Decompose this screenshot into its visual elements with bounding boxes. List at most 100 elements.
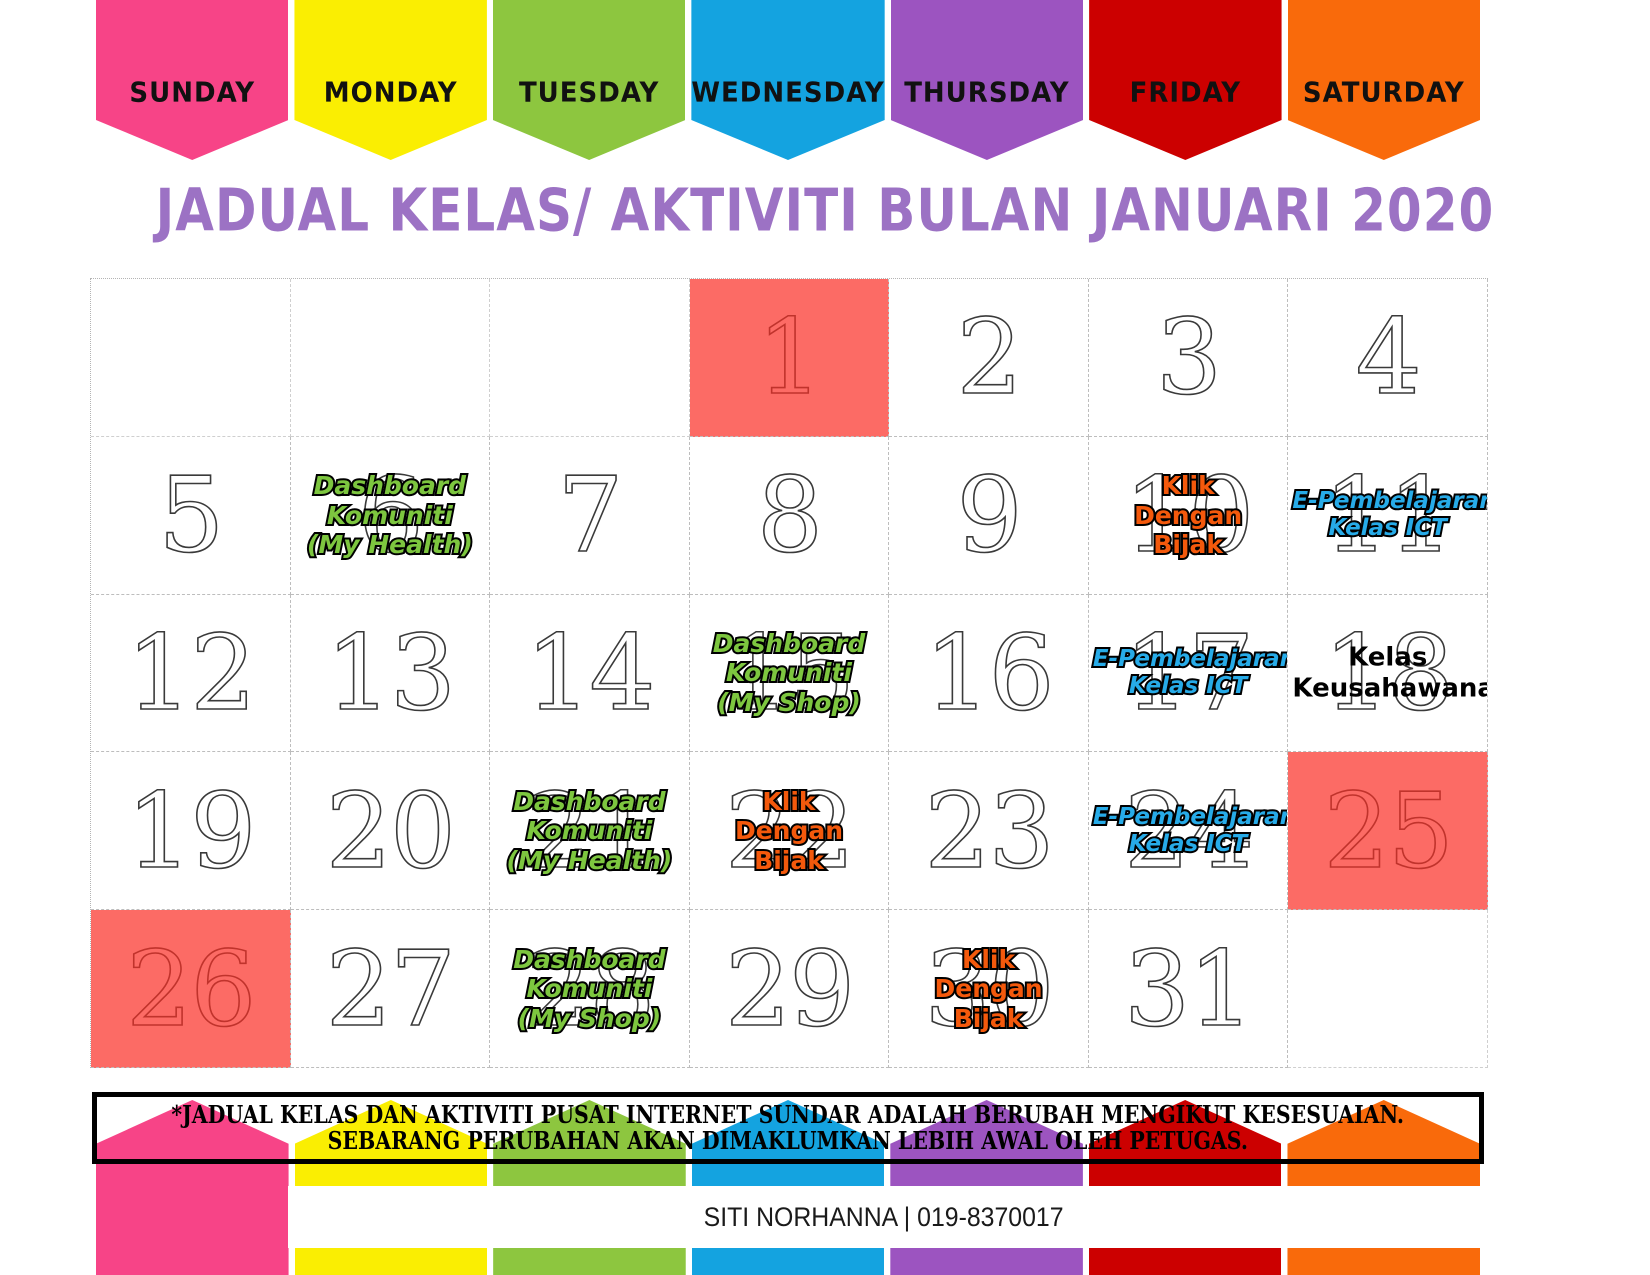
calendar-cell-day-20[interactable]: 20 <box>290 752 491 911</box>
calendar-cell-day-12[interactable]: 12 <box>91 594 291 753</box>
activity-label: Dashboard Komuniti (My Health) <box>291 469 490 561</box>
calendar-cell-day-11[interactable]: 11 E-Pembelajaran Kelas ICT <box>1288 436 1488 595</box>
activity-line: Dashboard <box>511 942 667 975</box>
calendar-cell-day-28[interactable]: 28 Dashboard Komuniti (My Shop) <box>490 910 690 1068</box>
day-header-wednesday: WEDNESDAY <box>691 0 885 160</box>
calendar-cell-day-23[interactable]: 23 <box>889 752 1089 911</box>
activity-label: Dashboard Komuniti (My Health) <box>490 785 689 877</box>
calendar-cell-empty[interactable] <box>290 279 491 437</box>
day-header-saturday: SATURDAY <box>1287 0 1481 160</box>
day-number: 29 <box>724 927 856 1050</box>
day-header-thursday: THURSDAY <box>890 0 1084 160</box>
calendar-cell-day-8[interactable]: 8 <box>689 436 890 595</box>
contact-strip: SITI NORHANNA | 019-8370017 <box>288 1186 1480 1248</box>
activity-line: Kelas ICT <box>1127 829 1249 859</box>
day-header-label: SUNDAY <box>129 77 256 109</box>
day-header-row: SUNDAY MONDAY TUESDAY WEDNESDAY THURSDAY FRID… <box>96 0 1481 172</box>
calendar-cell-day-31[interactable]: 31 <box>1088 910 1289 1068</box>
activity-label: Klik Dengan Bijak <box>690 785 889 877</box>
activity-line: Bijak <box>952 1001 1026 1034</box>
activity-line: Komuniti <box>524 972 654 1005</box>
footer-note-box: *JADUAL KELAS DAN AKTIVITI PUSAT INTERNE… <box>92 1092 1484 1164</box>
activity-line: Dengan <box>733 814 845 847</box>
activity-line: Kelas <box>1348 642 1428 673</box>
footer-note-line-1: *JADUAL KELAS DAN AKTIVITI PUSAT INTERNE… <box>171 1100 1405 1130</box>
day-header-tuesday: TUESDAY <box>492 0 686 160</box>
day-number: 4 <box>1355 296 1423 419</box>
calendar-cell-day-7[interactable]: 7 <box>490 436 690 595</box>
calendar-cell-day-25[interactable]: 25 <box>1288 752 1488 911</box>
calendar-cell-day-16[interactable]: 16 <box>889 594 1089 753</box>
activity-line: E-Pembelajaran <box>1091 802 1289 832</box>
calendar-cell-day-2[interactable]: 2 <box>889 279 1089 437</box>
activity-line: Komuniti <box>325 498 455 531</box>
activity-line: Keusahawanan <box>1292 672 1487 703</box>
day-number: 7 <box>557 454 625 577</box>
day-header-sunday: SUNDAY <box>96 0 289 160</box>
calendar-cell-empty[interactable] <box>490 279 690 437</box>
footer-note-line-2: SEBARANG PERUBAHAN AKAN DIMAKLUMKAN LEBI… <box>327 1126 1249 1156</box>
activity-line: Klik <box>760 785 817 818</box>
day-header-label: FRIDAY <box>1129 77 1242 109</box>
calendar-cell-day-24[interactable]: 24 E-Pembelajaran Kelas ICT <box>1088 752 1289 911</box>
activity-label: KelasKeusahawanan <box>1288 642 1487 703</box>
activity-line: Dengan <box>1132 498 1244 531</box>
day-header-label: SATURDAY <box>1302 77 1465 109</box>
day-number: 26 <box>125 927 257 1050</box>
day-number: 16 <box>924 611 1056 734</box>
calendar-cell-day-9[interactable]: 9 <box>889 436 1089 595</box>
calendar-cell-day-27[interactable]: 27 <box>290 910 491 1068</box>
activity-line: (My Health) <box>305 528 475 561</box>
activity-line: Klik <box>1160 469 1217 502</box>
day-number: 25 <box>1323 769 1455 892</box>
activity-label: Dashboard Komuniti (My Shop) <box>490 942 689 1034</box>
activity-label: E-Pembelajaran Kelas ICT <box>1288 486 1488 543</box>
day-header-label: WEDNESDAY <box>691 77 885 109</box>
activity-line: (My Shop) <box>715 686 863 719</box>
calendar-cell-empty[interactable] <box>1288 910 1488 1068</box>
calendar-cell-empty[interactable] <box>91 279 291 437</box>
calendar-cell-day-18[interactable]: 18KelasKeusahawanan <box>1288 594 1488 753</box>
activity-line: E-Pembelajaran <box>1290 486 1488 516</box>
page-title: JADUAL KELAS/ AKTIVITI BULAN JANUARI 202… <box>155 176 1495 245</box>
calendar-cell-day-15[interactable]: 15 Dashboard Komuniti (My Shop) <box>689 594 890 753</box>
calendar-cell-day-17[interactable]: 17 E-Pembelajaran Kelas ICT <box>1088 594 1289 753</box>
calendar-cell-day-29[interactable]: 29 <box>689 910 890 1068</box>
day-number: 19 <box>125 769 257 892</box>
day-number: 9 <box>956 454 1024 577</box>
activity-line: Kelas ICT <box>1327 513 1449 543</box>
activity-label: Klik Dengan Bijak <box>1089 469 1288 561</box>
calendar-cell-day-26[interactable]: 26 <box>91 910 291 1068</box>
activity-line: Kelas ICT <box>1127 671 1249 701</box>
day-number: 2 <box>956 296 1024 419</box>
activity-label: E-Pembelajaran Kelas ICT <box>1089 802 1289 859</box>
calendar-cell-day-3[interactable]: 3 <box>1088 279 1289 437</box>
activity-line: Dengan <box>933 972 1045 1005</box>
activity-label: E-Pembelajaran Kelas ICT <box>1089 644 1288 701</box>
calendar-cell-day-6[interactable]: 6 Dashboard Komuniti (My Health) <box>290 436 491 595</box>
calendar-cell-day-1[interactable]: 1 <box>689 279 890 437</box>
calendar-cell-day-21[interactable]: 21 Dashboard Komuniti (My Health) <box>490 752 690 911</box>
day-number: 27 <box>325 927 457 1050</box>
day-header-label: TUESDAY <box>518 77 660 109</box>
activity-line: Komuniti <box>724 656 854 689</box>
activity-line: Dashboard <box>711 627 867 660</box>
day-header-label: MONDAY <box>323 77 458 109</box>
calendar-cell-day-14[interactable]: 14 <box>490 594 690 753</box>
calendar-cell-day-22[interactable]: 22 Klik Dengan Bijak <box>689 752 890 911</box>
calendar-cell-day-19[interactable]: 19 <box>91 752 291 911</box>
day-header-label: THURSDAY <box>904 77 1070 109</box>
day-number: 31 <box>1123 927 1255 1050</box>
day-number: 1 <box>756 296 824 419</box>
day-number: 8 <box>756 454 824 577</box>
activity-label: Klik Dengan Bijak <box>889 942 1088 1034</box>
calendar-cell-day-13[interactable]: 13 <box>290 594 491 753</box>
activity-label: Dashboard Komuniti (My Shop) <box>690 627 889 719</box>
calendar-cell-day-30[interactable]: 30 Klik Dengan Bijak <box>889 910 1089 1068</box>
activity-line: Bijak <box>1151 528 1225 561</box>
activity-line: Dashboard <box>511 785 667 818</box>
calendar-cell-day-4[interactable]: 4 <box>1288 279 1488 437</box>
day-number: 13 <box>325 611 457 734</box>
calendar-cell-day-5[interactable]: 5 <box>91 436 291 595</box>
calendar-cell-day-10[interactable]: 10 Klik Dengan Bijak <box>1088 436 1289 595</box>
